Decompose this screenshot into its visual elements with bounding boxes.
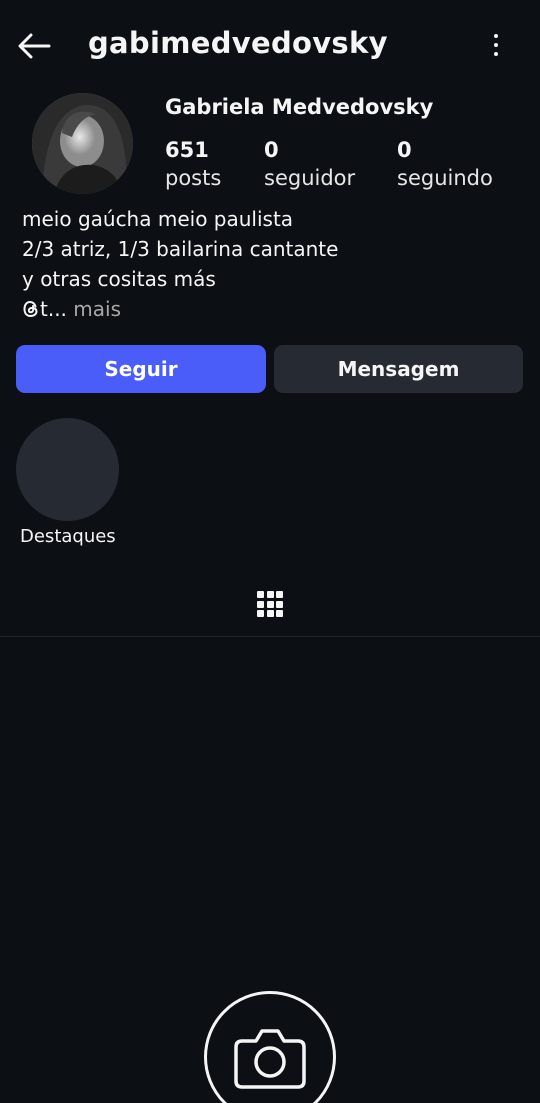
camera-button[interactable] [204, 991, 336, 1103]
stat-posts-count: 651 [165, 138, 209, 162]
more-vertical-icon [494, 34, 498, 38]
stat-following[interactable]: 0 seguindo [397, 137, 493, 193]
stat-followers[interactable]: 0 seguidor [264, 137, 355, 193]
profile-username: gabimedvedovsky [88, 26, 388, 60]
stat-followers-count: 0 [264, 138, 279, 162]
grid-icon[interactable] [257, 588, 283, 620]
stat-following-count: 0 [397, 138, 412, 162]
stat-posts-label: posts [165, 166, 222, 190]
message-button[interactable]: Mensagem [274, 345, 523, 393]
stat-following-label: seguindo [397, 166, 493, 190]
highlight-circle[interactable] [16, 418, 119, 521]
bio-more-link[interactable]: mais [73, 297, 121, 321]
bio-line: t... mais [22, 294, 522, 324]
avatar-image [32, 93, 133, 194]
highlight-label: Destaques [20, 526, 116, 547]
back-button[interactable] [14, 28, 54, 64]
profile-full-name: Gabriela Medvedovsky [165, 95, 434, 119]
avatar[interactable] [32, 93, 133, 194]
stat-posts[interactable]: 651 posts [165, 137, 221, 193]
profile-header: gabimedvedovsky [0, 0, 540, 92]
profile-bio: meio gaúcha meio paulista 2/3 atriz, 1/3… [22, 204, 522, 324]
arrow-left-icon [18, 33, 51, 59]
more-options-button[interactable] [482, 30, 510, 60]
bio-line: y otras cositas más [22, 267, 216, 291]
stat-followers-label: seguidor [264, 166, 356, 190]
follow-button[interactable]: Seguir [16, 345, 266, 393]
tab-divider [0, 636, 540, 637]
threads-icon [23, 300, 38, 318]
bio-truncated-text: t... [40, 297, 67, 321]
camera-icon [234, 1029, 306, 1089]
bio-line: meio gaúcha meio paulista [22, 207, 294, 231]
bio-line: 2/3 atriz, 1/3 bailarina cantante [22, 237, 339, 261]
